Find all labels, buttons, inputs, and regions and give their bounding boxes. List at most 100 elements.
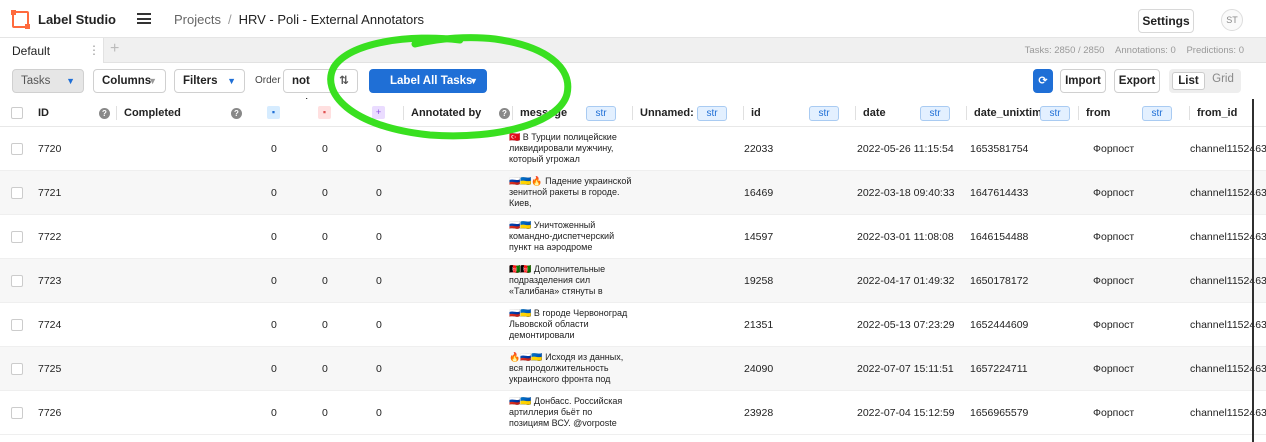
cell-from-id: channel1152463 (1190, 275, 1266, 287)
tasks-dropdown[interactable]: Tasks ▼ (12, 69, 84, 93)
view-toggle: List Grid (1169, 69, 1241, 93)
cell-id: 7722 (38, 231, 62, 243)
cell-total-annotations: 0 (271, 363, 277, 375)
cell-date-unixtime: 1647614433 (970, 187, 1029, 199)
user-avatar[interactable]: ST (1221, 9, 1243, 31)
cell-id-field: 21351 (744, 319, 774, 331)
cell-from: Форпост (1093, 275, 1135, 287)
row-checkbox[interactable] (11, 407, 23, 419)
breadcrumb-projects-link[interactable]: Projects (174, 12, 221, 27)
view-grid-button[interactable]: Grid (1209, 73, 1237, 85)
label-all-tasks-label: Label All Tasks (390, 75, 473, 87)
cell-from: Форпост (1093, 363, 1135, 375)
table-row[interactable]: 7725 0 0 0 🔥🇷🇺🇺🇦 Исходя из данных, вся п… (0, 347, 1266, 391)
row-checkbox[interactable] (11, 231, 23, 243)
cancelled-annotations-icon[interactable]: ▪ (318, 106, 331, 119)
breadcrumb: Projects / HRV - Poli - External Annotator… (174, 12, 424, 27)
col-message[interactable]: message (511, 99, 567, 127)
cell-from-id: channel1152463 (1190, 231, 1266, 243)
columns-dropdown[interactable]: Columns ▼ (93, 69, 166, 93)
cell-predictions: 0 (376, 319, 382, 331)
export-button[interactable]: Export (1114, 69, 1160, 93)
cell-message: 🇷🇺🇺🇦 Донбасс. Российская артиллерия бьёт… (509, 396, 623, 428)
tab-bar: Default ⋮ + Tasks: 2850 / 2850 Annotatio… (0, 38, 1266, 63)
cell-total-annotations: 0 (271, 231, 277, 243)
breadcrumb-separator: / (227, 12, 232, 27)
import-button[interactable]: Import (1060, 69, 1106, 93)
cell-total-annotations: 0 (271, 187, 277, 199)
cell-id: 7724 (38, 319, 62, 331)
cell-cancelled: 0 (322, 407, 328, 419)
col-id-field[interactable]: id (743, 99, 761, 127)
cell-predictions: 0 (376, 231, 382, 243)
col-from-id[interactable]: from_id (1188, 99, 1237, 127)
row-checkbox[interactable] (11, 363, 23, 375)
cell-total-annotations: 0 (271, 407, 277, 419)
total-annotations-icon[interactable]: ▪ (267, 106, 280, 119)
top-bar: Label Studio Projects / HRV - Poli - Exter… (0, 0, 1266, 38)
tasks-label: Tasks (21, 75, 51, 87)
tab-menu-icon[interactable]: ⋮ (88, 43, 100, 57)
cell-from-id: channel1152463 (1190, 143, 1266, 155)
table-row[interactable]: 7726 0 0 0 🇷🇺🇺🇦 Донбасс. Российская арти… (0, 391, 1266, 435)
settings-button[interactable]: Settings (1138, 9, 1194, 33)
cell-id: 7726 (38, 407, 62, 419)
add-tab-icon[interactable]: + (110, 40, 119, 58)
col-date-unixtime[interactable]: date_unixtime (966, 99, 1048, 127)
table-row[interactable]: 7724 0 0 0 🇷🇺🇺🇦 В городе Червоноград Льв… (0, 303, 1266, 347)
row-checkbox[interactable] (11, 319, 23, 331)
cell-total-annotations: 0 (271, 319, 277, 331)
cell-cancelled: 0 (322, 143, 328, 155)
cell-cancelled: 0 (322, 275, 328, 287)
label-studio-logo-icon[interactable] (11, 10, 30, 29)
label-all-tasks-button[interactable]: Label All Tasks ▼ (369, 69, 487, 93)
cell-id: 7721 (38, 187, 62, 199)
filters-label: Filters (183, 75, 218, 87)
col-annotated-by[interactable]: Annotated by (402, 99, 481, 127)
col-completed[interactable]: Completed (116, 99, 181, 127)
col-id[interactable]: ID (38, 99, 49, 127)
table-row[interactable]: 7720 0 0 0 🇹🇷 В Турции полицейские ликви… (0, 127, 1266, 171)
col-from[interactable]: from (1077, 99, 1110, 127)
cell-message: 🇹🇷 В Турции полицейские ликвидировали му… (509, 132, 617, 164)
row-checkbox[interactable] (11, 275, 23, 287)
refresh-icon[interactable]: ⟳ (1033, 69, 1053, 93)
cell-id-field: 24090 (744, 363, 774, 375)
cell-date-unixtime: 1653581754 (970, 143, 1029, 155)
cell-message: 🇷🇺🇺🇦 Уничтоженный командно-диспетчерский… (509, 220, 615, 252)
cell-message: 🇦🇫🇦🇫 Дополнительные подразделения сил «Т… (509, 264, 606, 296)
select-all-checkbox[interactable] (11, 107, 23, 119)
toolbar: Tasks▼ Columns▼ Filters▼ Order not set ⇅… (0, 63, 1266, 109)
type-badge: str (697, 106, 727, 121)
cell-from-id: channel1152463 (1190, 363, 1266, 375)
row-checkbox[interactable] (11, 187, 23, 199)
tab-default[interactable]: Default ⋮ (0, 38, 104, 63)
right-edge-divider (1252, 99, 1254, 442)
col-unnamed[interactable]: Unnamed: 0 (632, 99, 703, 127)
predictions-icon[interactable]: + (372, 106, 385, 119)
cell-id-field: 22033 (744, 143, 774, 155)
cell-id: 7720 (38, 143, 62, 155)
cell-predictions: 0 (376, 363, 382, 375)
order-label: Order (255, 75, 281, 86)
view-list-button[interactable]: List (1172, 72, 1205, 90)
table-row[interactable]: 7721 0 0 0 🇷🇺🇺🇦🔥 Падение украинской зени… (0, 171, 1266, 215)
cell-predictions: 0 (376, 187, 382, 199)
col-date[interactable]: date (855, 99, 886, 127)
filters-dropdown[interactable]: Filters ▼ (174, 69, 245, 93)
cell-date-unixtime: 1646154488 (970, 231, 1029, 243)
cell-from: Форпост (1093, 231, 1135, 243)
sort-direction-icon[interactable]: ⇅ (331, 69, 358, 93)
row-checkbox[interactable] (11, 143, 23, 155)
table-row[interactable]: 7722 0 0 0 🇷🇺🇺🇦 Уничтоженный командно-ди… (0, 215, 1266, 259)
breadcrumb-project-name[interactable]: HRV - Poli - External Annotators (239, 12, 424, 27)
cell-message: 🇷🇺🇺🇦🔥 Падение украинской зенитной ракеты… (509, 176, 632, 208)
stats-tasks: Tasks: 2850 / 2850 (1024, 45, 1105, 56)
hamburger-menu-icon[interactable] (137, 13, 151, 24)
table-row[interactable]: 7723 0 0 0 🇦🇫🇦🇫 Дополнительные подраздел… (0, 259, 1266, 303)
order-select[interactable]: not set (283, 69, 331, 109)
cell-id: 7723 (38, 275, 62, 287)
app-brand[interactable]: Label Studio (38, 12, 116, 27)
cell-from: Форпост (1093, 407, 1135, 419)
cell-id-field: 23928 (744, 407, 774, 419)
